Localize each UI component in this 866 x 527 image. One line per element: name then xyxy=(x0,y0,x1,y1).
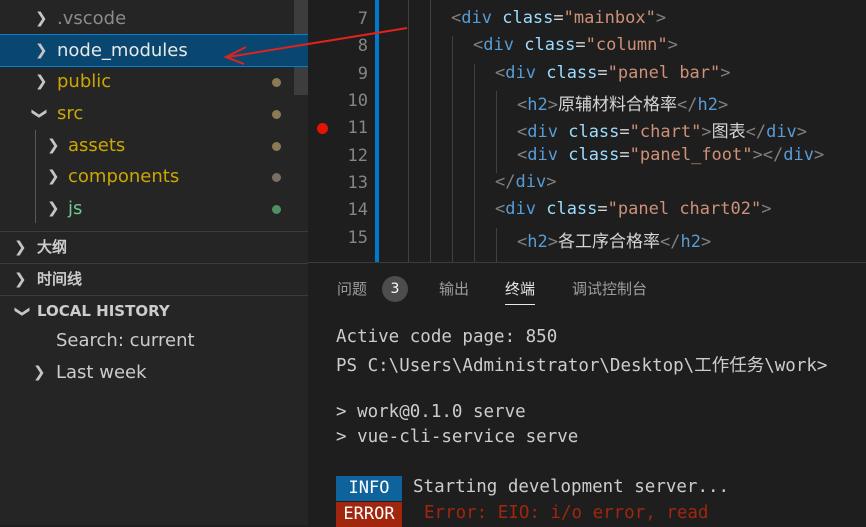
line-number: 9 xyxy=(357,64,368,84)
explorer-sidebar: ❯ .vscode ❯ node_modules ❯ public ❯ src … xyxy=(0,0,309,525)
indent-guide xyxy=(474,64,475,262)
line-number: 14 xyxy=(347,200,368,220)
tree-item-label: public xyxy=(57,71,112,92)
chevron-right-icon: ❯ xyxy=(47,199,60,217)
tree-item-node-modules[interactable]: ❯ node_modules xyxy=(0,34,309,67)
tree-item-label: components xyxy=(68,166,180,187)
chevron-right-icon: ❯ xyxy=(35,72,48,90)
tree-item-assets[interactable]: ❯ assets xyxy=(0,130,308,161)
tab-debug-console[interactable]: 调试控制台 xyxy=(572,278,647,299)
code-line: <div class="panel bar"> xyxy=(495,63,731,83)
terminal-error-line: Error: EIO: i/o error, read xyxy=(424,503,709,523)
modified-dot xyxy=(272,173,281,182)
code-line: <div class="chart">图表</div> xyxy=(517,122,808,142)
tree-item-label: js xyxy=(68,198,83,219)
indent-guide xyxy=(496,228,497,262)
code-line: <div class="column"> xyxy=(473,35,678,55)
line-number: 15 xyxy=(347,228,368,248)
indent-guide xyxy=(430,0,431,262)
tab-terminal[interactable]: 终端 xyxy=(505,278,536,305)
tree-item-label: src xyxy=(57,103,84,124)
chevron-down-icon: ❯ xyxy=(30,107,49,120)
terminal-line: > vue-cli-service serve xyxy=(336,427,579,447)
modified-dot xyxy=(272,110,281,119)
indent-guide xyxy=(408,0,409,262)
section-timeline-label: 时间线 xyxy=(37,270,83,288)
tab-problems[interactable]: 问题 xyxy=(337,278,367,299)
tree-item-label: node_modules xyxy=(57,40,188,61)
section-local-history-label: LOCAL HISTORY xyxy=(37,302,170,320)
tab-output[interactable]: 输出 xyxy=(439,278,469,299)
tree-item-src[interactable]: ❯ src xyxy=(0,98,308,129)
terminal-line: Active code page: 850 xyxy=(336,327,558,347)
local-history-search[interactable]: Search: current xyxy=(0,325,308,356)
local-history-last-week-label: Last week xyxy=(56,362,147,383)
section-timeline[interactable]: ❯ 时间线 xyxy=(0,263,308,295)
info-tag: INFO xyxy=(336,476,402,501)
tree-item-js[interactable]: ❯ js xyxy=(0,193,308,224)
code-line: <div class="panel chart02"> xyxy=(495,199,772,219)
section-outline[interactable]: ❯ 大纲 xyxy=(0,231,308,263)
line-number: 11 xyxy=(347,118,368,138)
section-local-history[interactable]: ❯ LOCAL HISTORY xyxy=(0,295,308,327)
chevron-right-icon: ❯ xyxy=(47,136,60,154)
chevron-right-icon: ❯ xyxy=(14,270,27,288)
indent-guide xyxy=(496,91,497,173)
chevron-right-icon: ❯ xyxy=(35,9,48,27)
untracked-dot xyxy=(272,205,281,214)
chevron-right-icon: ❯ xyxy=(47,167,60,185)
tree-item-vscode[interactable]: ❯ .vscode xyxy=(0,3,308,34)
tree-item-label: .vscode xyxy=(57,8,127,29)
code-line: <div class="mainbox"> xyxy=(451,8,667,28)
modified-dot xyxy=(272,142,281,151)
line-number: 12 xyxy=(347,146,368,166)
line-number: 13 xyxy=(347,173,368,193)
error-tag: ERROR xyxy=(336,502,402,527)
tree-item-label: assets xyxy=(68,135,126,156)
code-line: <div class="panel_foot"></div> xyxy=(517,145,825,165)
line-number: 7 xyxy=(357,9,368,29)
tree-item-components[interactable]: ❯ components xyxy=(0,161,308,192)
line-number: 8 xyxy=(357,36,368,56)
code-line: <h2>各工序合格率</h2> xyxy=(517,232,712,252)
chevron-right-icon: ❯ xyxy=(35,41,48,59)
terminal-line: Starting development server... xyxy=(413,477,730,497)
indent-guide xyxy=(452,36,453,262)
local-history-search-label: Search: current xyxy=(56,330,195,351)
code-line: <h2>原辅材料合格率</h2> xyxy=(517,95,729,115)
chevron-right-icon: ❯ xyxy=(33,363,46,381)
local-history-last-week[interactable]: ❯ Last week xyxy=(0,357,308,388)
editor-sash[interactable] xyxy=(375,0,379,262)
problems-count-badge: 3 xyxy=(382,276,408,302)
tree-item-public[interactable]: ❯ public xyxy=(0,66,308,97)
chevron-right-icon: ❯ xyxy=(14,238,27,256)
terminal-line: > work@0.1.0 serve xyxy=(336,402,526,422)
section-outline-label: 大纲 xyxy=(37,238,68,256)
line-number: 10 xyxy=(347,91,368,111)
code-line: </div> xyxy=(495,172,557,192)
terminal-line: PS C:\Users\Administrator\Desktop\工作任务\w… xyxy=(336,356,828,376)
chevron-down-icon: ❯ xyxy=(13,305,32,318)
modified-dot xyxy=(272,78,281,87)
